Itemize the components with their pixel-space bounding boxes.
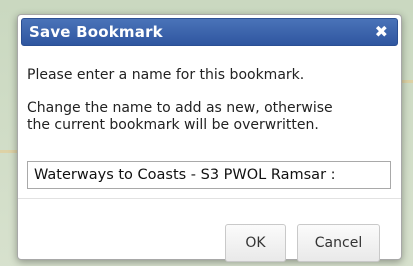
dialog-titlebar[interactable]: Save Bookmark ✖ bbox=[21, 18, 398, 46]
ok-button[interactable]: OK bbox=[225, 224, 286, 262]
divider bbox=[18, 198, 401, 199]
dialog-title: Save Bookmark bbox=[29, 23, 163, 41]
overwrite-text-line2: the current bookmark will be overwritten… bbox=[27, 117, 319, 133]
close-icon[interactable]: ✖ bbox=[375, 22, 388, 42]
prompt-text: Please enter a name for this bookmark. bbox=[27, 67, 305, 83]
save-bookmark-dialog: Save Bookmark ✖ Please enter a name for … bbox=[17, 14, 402, 262]
overwrite-message: Change the name to add as new, otherwise… bbox=[27, 100, 397, 134]
prompt-message: Please enter a name for this bookmark. bbox=[27, 67, 397, 84]
overwrite-text-line1: Change the name to add as new, otherwise bbox=[27, 100, 333, 116]
cancel-button[interactable]: Cancel bbox=[297, 224, 380, 262]
bookmark-name-input[interactable] bbox=[27, 161, 391, 189]
